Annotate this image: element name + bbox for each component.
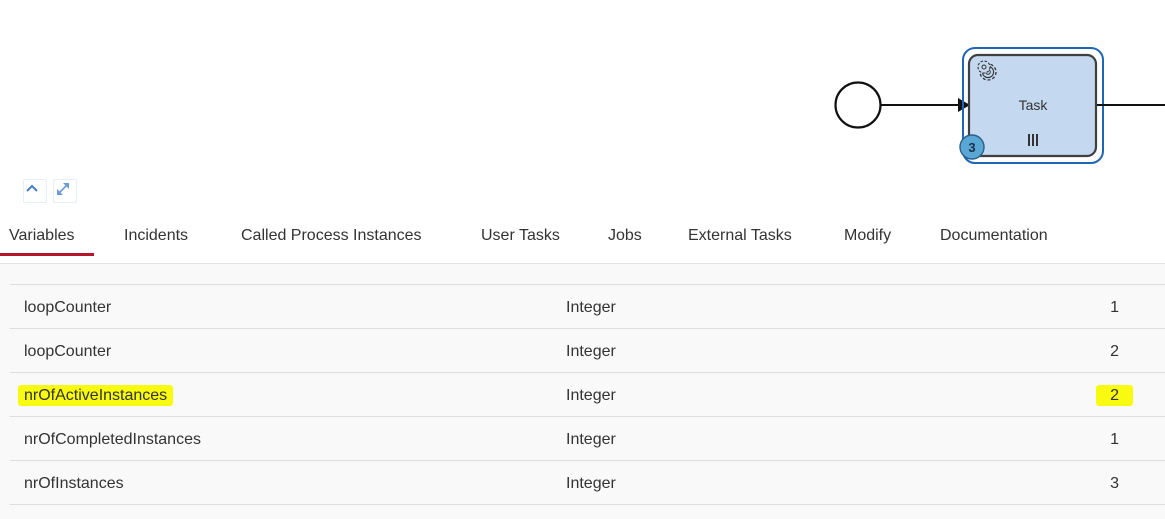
tab-modify[interactable]: Modify xyxy=(844,227,891,245)
bpmn-diagram-canvas[interactable]: Task 3 xyxy=(0,0,1165,205)
variable-type: Integer xyxy=(566,343,616,360)
table-row[interactable]: loopCounter Integer 1 xyxy=(10,285,1165,329)
variables-panel: loopCounter Integer 1 loopCounter Intege… xyxy=(0,264,1165,519)
instance-count: 3 xyxy=(968,140,975,155)
table-row[interactable]: nrOfCompletedInstances Integer 1 xyxy=(10,417,1165,461)
variable-name-highlighted: nrOfActiveInstances xyxy=(18,385,174,406)
variables-table: loopCounter Integer 1 loopCounter Intege… xyxy=(10,284,1165,505)
tab-variables[interactable]: Variables xyxy=(0,227,93,256)
table-row[interactable]: nrOfInstances Integer 3 xyxy=(10,461,1165,505)
detail-tabs: Variables Incidents Called Process Insta… xyxy=(0,205,1165,264)
variable-type: Integer xyxy=(566,475,616,492)
variable-name: loopCounter xyxy=(24,343,112,360)
variable-value[interactable]: 1 xyxy=(1110,431,1119,449)
variable-name: loopCounter xyxy=(24,299,112,316)
highlight-mark: nrOfActiveInstances xyxy=(18,385,174,406)
table-row[interactable]: loopCounter Integer 2 xyxy=(10,329,1165,373)
chevron-up-icon xyxy=(26,184,38,192)
variable-type: Integer xyxy=(566,431,616,448)
tab-jobs[interactable]: Jobs xyxy=(608,227,642,245)
highlight-mark: 2 xyxy=(1096,385,1133,406)
bpmn-diagram-svg: Task 3 xyxy=(834,47,1165,164)
tab-external-tasks[interactable]: External Tasks xyxy=(688,227,792,245)
tab-documentation[interactable]: Documentation xyxy=(940,227,1048,245)
variable-value[interactable]: 2 xyxy=(1110,343,1119,361)
expand-icon xyxy=(57,183,69,195)
variable-value[interactable]: 1 xyxy=(1110,299,1119,317)
variable-name: nrOfCompletedInstances xyxy=(24,431,201,448)
collapse-diagram-button[interactable] xyxy=(23,179,47,203)
tab-incidents[interactable]: Incidents xyxy=(124,227,188,245)
tab-user-tasks[interactable]: User Tasks xyxy=(481,227,560,245)
variable-name: nrOfInstances xyxy=(24,475,124,492)
variable-value[interactable]: 3 xyxy=(1110,475,1119,493)
fullscreen-diagram-button[interactable] xyxy=(53,179,77,203)
start-event[interactable] xyxy=(834,81,882,129)
task-label: Task xyxy=(1019,97,1049,113)
instance-count-badge[interactable]: 3 xyxy=(959,134,985,160)
tab-called-process-instances[interactable]: Called Process Instances xyxy=(241,227,422,245)
variable-type: Integer xyxy=(566,299,616,316)
variable-value-highlighted[interactable]: 2 xyxy=(1096,385,1133,406)
parallel-marker-icon xyxy=(1028,134,1038,146)
variable-type: Integer xyxy=(566,387,616,404)
table-row[interactable]: nrOfActiveInstances Integer 2 xyxy=(10,373,1165,417)
